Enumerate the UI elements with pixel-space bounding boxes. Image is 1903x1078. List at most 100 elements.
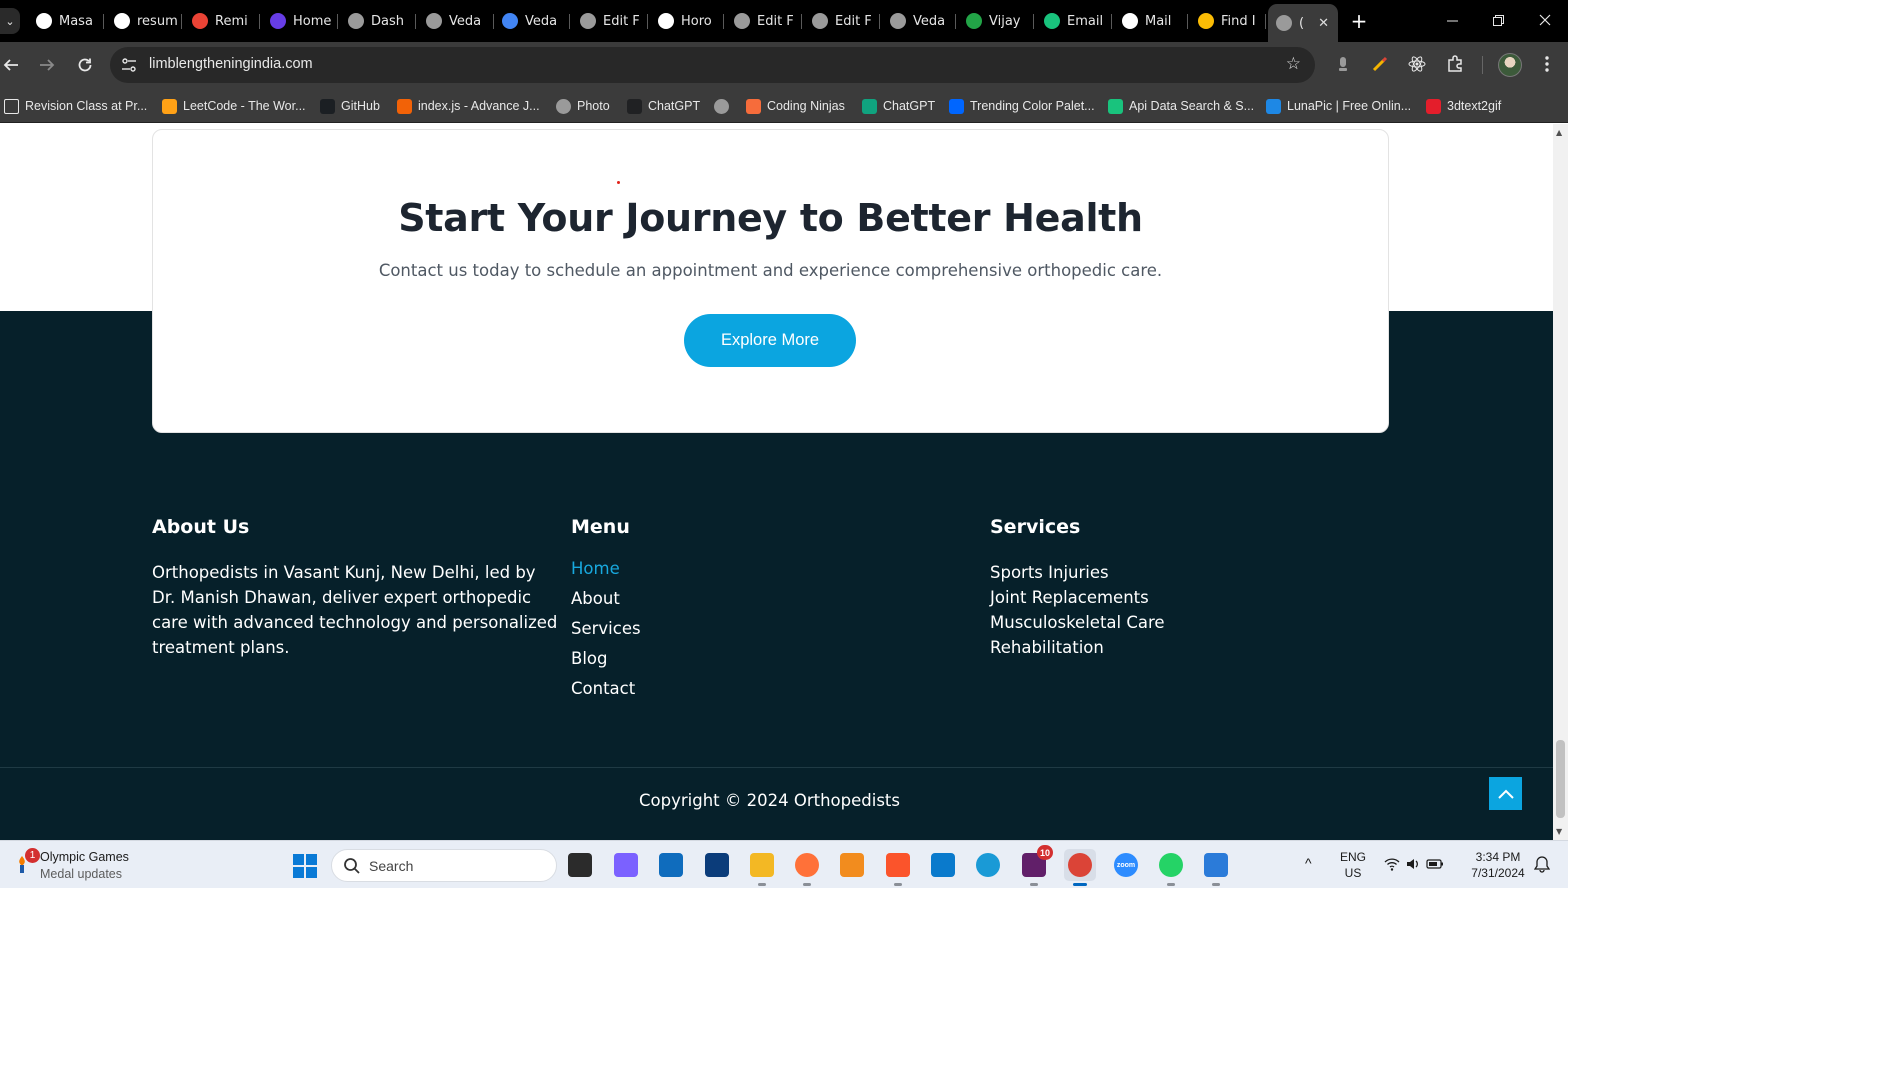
bookmark-label: 3dtext2gif [1447,99,1502,113]
extension-colorpicker-icon[interactable] [1369,53,1391,75]
scroll-up-arrow-icon[interactable]: ▲ [1556,128,1562,137]
explore-more-button[interactable]: Explore More [684,314,856,367]
close-tab-icon[interactable]: ✕ [1318,16,1329,31]
tab-title: Horo [681,13,712,29]
page-scrollbar[interactable]: ▲ ▼ [1553,124,1568,840]
notification-badge: 10 [1037,845,1053,860]
running-indicator [1073,883,1087,886]
browser-tab[interactable]: (✕ [1268,4,1338,42]
bookmark-item[interactable]: index.js - Advance J... [397,96,540,116]
clock[interactable]: 3:34 PM 7/31/2024 [1462,849,1534,881]
windows-start-icon[interactable] [292,853,318,879]
bookmark-label: Revision Class at Pr... [25,99,148,113]
tab-search-button[interactable]: ⌄ [0,8,20,34]
bookmark-item[interactable]: Revision Class at Pr... [4,96,147,116]
browser-tab[interactable]: Veda [494,6,570,36]
bookmark-item[interactable]: 3dtext2gif [1426,96,1501,116]
extension-mic-icon[interactable] [1332,53,1354,75]
bookmark-label: ChatGPT [648,99,701,113]
bookmark-item[interactable]: Api Data Search & S... [1108,96,1254,116]
news-widget[interactable]: 1 Olympic Games Medal updates [10,847,150,883]
browser-tab[interactable]: Veda [418,6,494,36]
browser-tab[interactable]: Masa [28,6,104,36]
service-item: Sports Injuries [990,563,1109,582]
bookmark-item[interactable] [714,96,735,116]
browser-tab[interactable]: Edit F [572,6,648,36]
reload-button[interactable] [74,54,96,76]
tab-title: ( [1299,15,1305,31]
bookmark-item[interactable]: Coding Ninjas [746,96,845,116]
url-text[interactable]: limblengtheningindia.com [149,56,313,72]
close-icon [1539,14,1551,26]
scrollbar-thumb[interactable] [1556,740,1565,818]
footer-menu-item-home[interactable]: Home [571,554,641,584]
profile-avatar[interactable] [1498,53,1522,77]
taskbar-app-vs-code[interactable] [927,849,959,881]
bookmark-item[interactable]: GitHub [320,96,380,116]
coding-ninjas-icon [746,98,761,114]
bookmark-star-icon[interactable]: ☆ [1286,54,1301,74]
taskbar-app-zoom[interactable]: zoom [1110,849,1142,881]
minimize-button[interactable] [1429,0,1475,40]
footer-menu-item-blog[interactable]: Blog [571,644,641,674]
system-tray-icons[interactable] [1383,856,1447,876]
new-tab-button[interactable]: + [1346,8,1372,34]
browser-tab[interactable]: Edit F [804,6,880,36]
notifications-bell-icon[interactable] [1533,855,1551,877]
widget-subtitle: Medal updates [40,867,123,881]
taskbar-app-microsoft-store[interactable] [655,849,687,881]
bookmark-item[interactable]: Photo [556,96,610,116]
language-indicator[interactable]: ENG US [1340,849,1366,881]
taskbar-app-firefox[interactable] [791,849,823,886]
bookmark-item[interactable]: Trending Color Palet... [949,96,1095,116]
taskbar-app-copilot[interactable] [610,849,642,881]
taskbar-app-task-view[interactable] [564,849,596,881]
browser-tab[interactable]: Vijay [958,6,1034,36]
tab-title: Email [1067,13,1104,29]
chrome-menu-icon[interactable] [1536,53,1558,75]
extension-react-icon[interactable] [1406,53,1428,75]
taskbar-app-whatsapp[interactable] [1155,849,1187,886]
bookmark-item[interactable]: LunaPic | Free Onlin... [1266,96,1411,116]
footer-menu-item-about[interactable]: About [571,584,641,614]
bookmark-item[interactable]: ChatGPT [627,96,700,116]
bookmark-item[interactable]: ChatGPT [862,96,935,116]
browser-tab[interactable]: resum [106,6,182,36]
about-heading: About Us [152,516,250,538]
address-bar[interactable]: limblengtheningindia.com ☆ [110,47,1315,83]
footer-menu-item-contact[interactable]: Contact [571,674,641,704]
extensions-puzzle-icon[interactable] [1444,53,1466,75]
footer-menu-item-services[interactable]: Services [571,614,641,644]
restore-button[interactable] [1475,0,1521,40]
taskbar-search-box[interactable]: Search [331,849,557,882]
close-window-button[interactable] [1522,0,1568,40]
taskbar-app-file-explorer[interactable] [746,849,778,886]
browser-tab[interactable]: Email [1036,6,1112,36]
taskbar-app-notepad[interactable] [1200,849,1232,886]
browser-tab[interactable]: Remi [184,6,260,36]
bookmark-item[interactable]: LeetCode - The Wor... [162,96,306,116]
show-hidden-icons-chevron-up-icon[interactable]: ^ [1305,855,1312,871]
browser-tab[interactable]: Veda [882,6,956,36]
browser-tab[interactable]: Find I [1190,6,1266,36]
openai-icon [658,13,674,29]
back-button[interactable] [0,54,22,76]
browser-tab[interactable]: Horo [650,6,724,36]
browser-tab[interactable]: Mail [1114,6,1188,36]
bookmarks-bar: Revision Class at Pr... LeetCode - The Wo… [0,88,1568,123]
scroll-to-top-button[interactable] [1489,777,1522,810]
site-info-icon[interactable] [121,57,137,73]
taskbar-app-slack[interactable]: 10 [1018,845,1053,886]
taskbar-app-brave[interactable] [882,849,914,886]
taskbar-app-chrome[interactable] [1064,849,1096,886]
taskbar-app-edge[interactable] [972,849,1004,881]
browser-tab[interactable]: Dash [340,6,416,36]
browser-tab[interactable]: Edit F [726,6,802,36]
forward-button[interactable] [36,54,58,76]
browser-tab[interactable]: Home [262,6,338,36]
taskbar-app-sublime-text[interactable] [836,849,868,881]
taskbar-app-app-installer[interactable] [701,849,733,881]
m-circle-icon [36,13,52,29]
scroll-down-arrow-icon[interactable]: ▼ [1556,827,1562,836]
envelope-icon [1122,13,1138,29]
